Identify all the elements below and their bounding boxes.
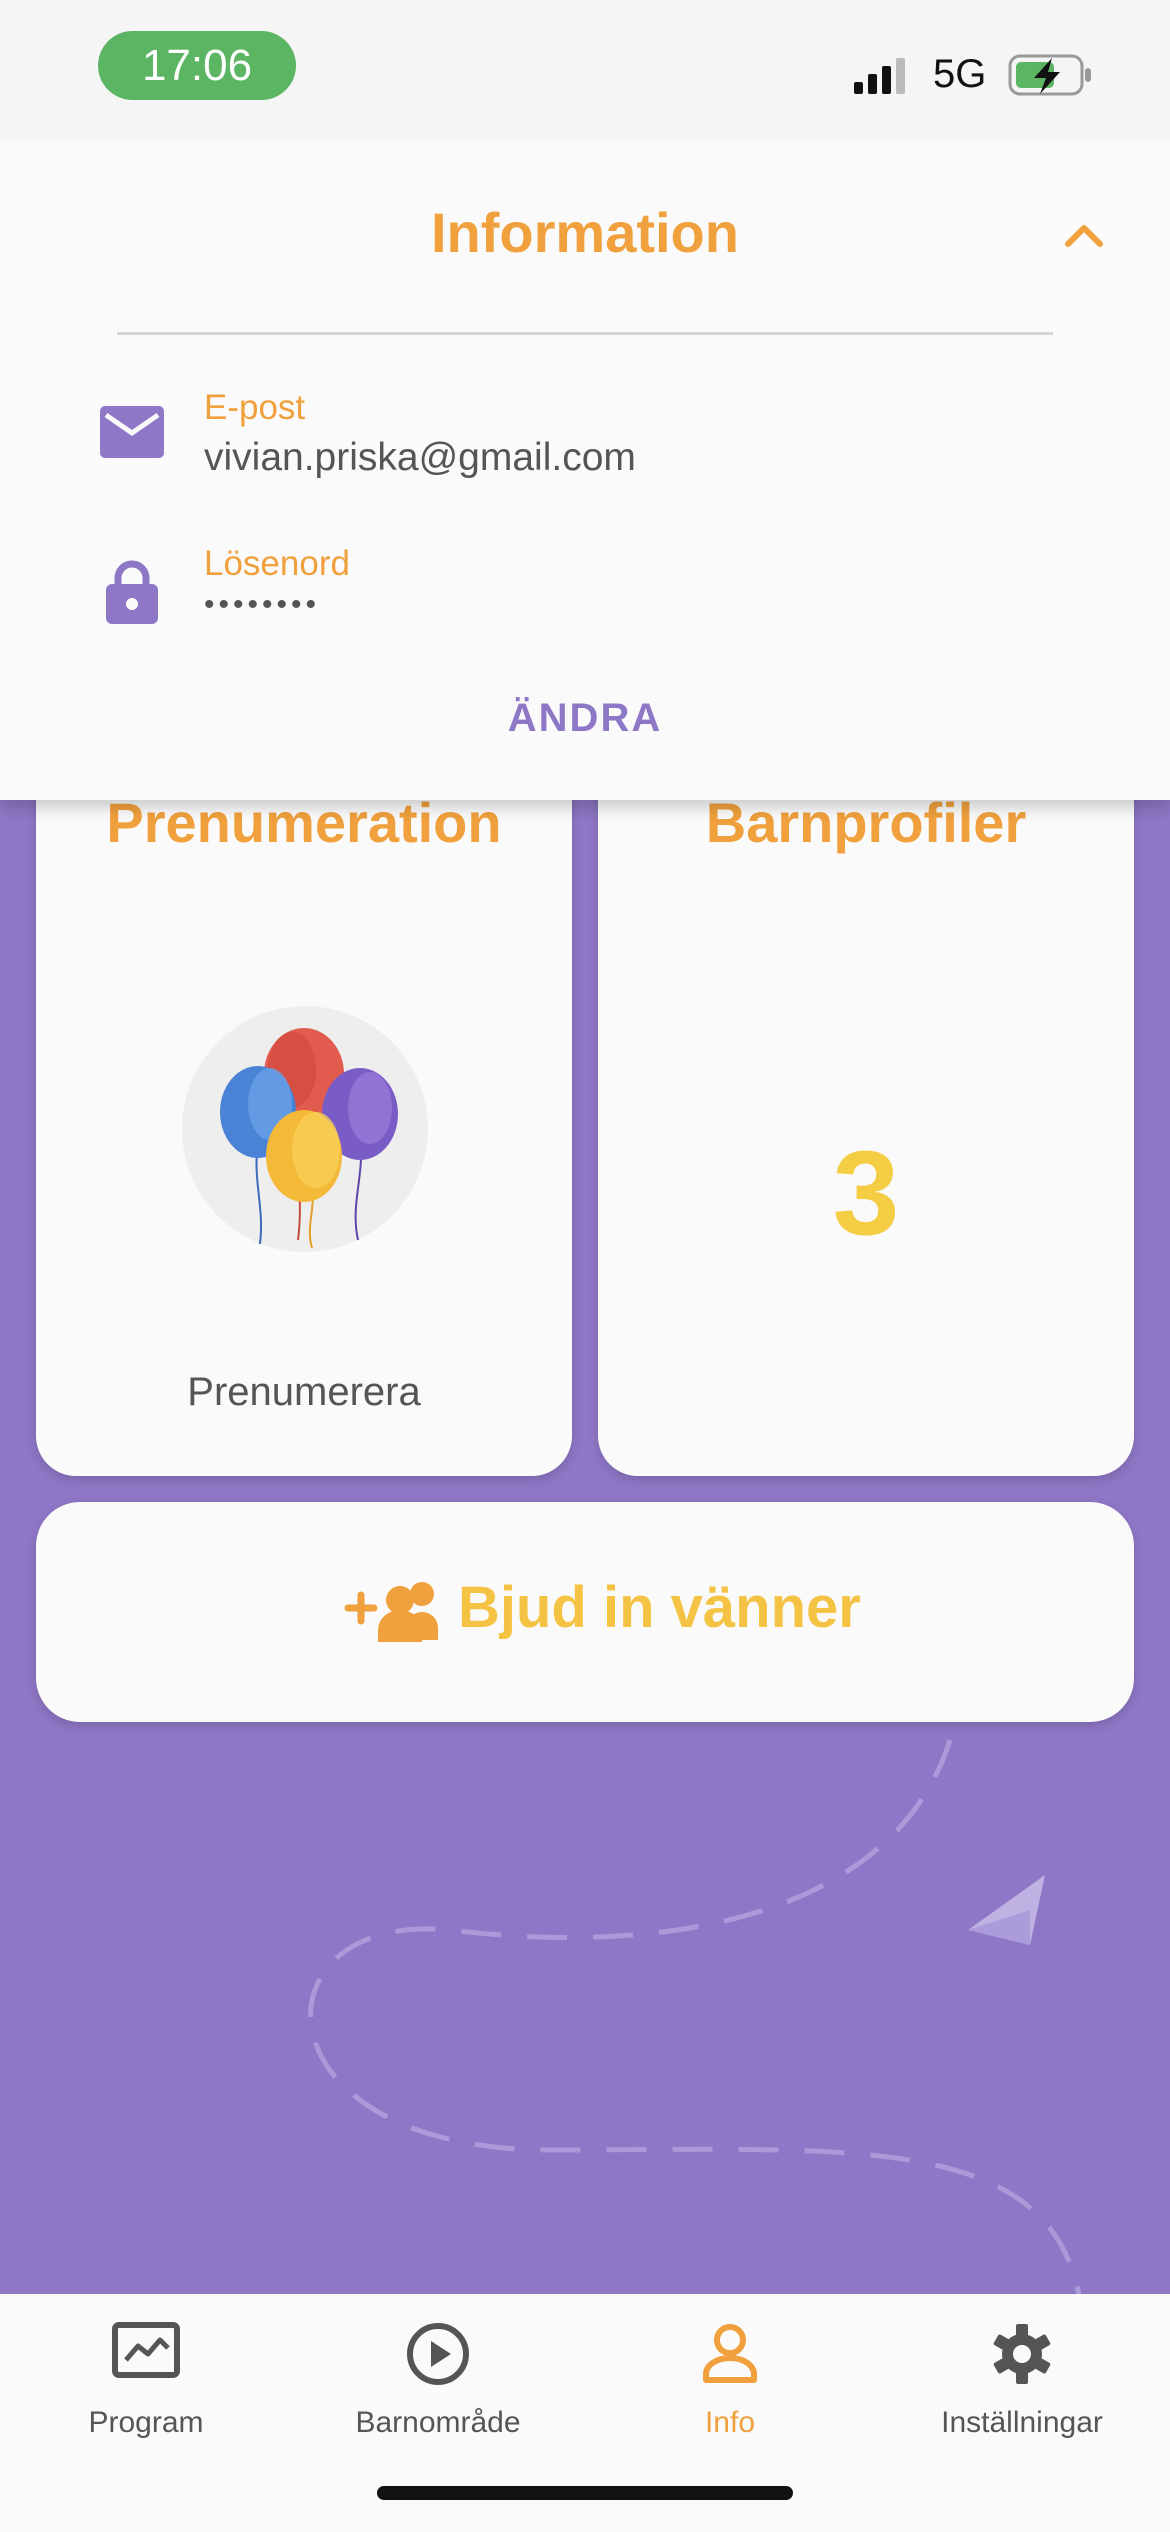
play-icon: [407, 2323, 469, 2385]
status-time: 17:06: [98, 31, 296, 100]
tab-barnomrade[interactable]: Barnområde: [292, 2294, 584, 2494]
battery-charging-icon: [1008, 54, 1091, 96]
tab-installningar-label: Inställningar: [941, 2406, 1103, 2439]
balloons-icon: [182, 1006, 428, 1252]
add-people-icon: [344, 1582, 438, 1642]
password-value: ••••••••: [204, 588, 321, 621]
edit-button[interactable]: ÄNDRA: [0, 696, 1170, 741]
tab-program[interactable]: Program: [0, 2294, 292, 2494]
home-indicator: [377, 2486, 793, 2500]
divider: [117, 332, 1053, 335]
network-type: 5G: [933, 52, 987, 96]
chart-icon: [112, 2322, 180, 2378]
person-icon: [703, 2324, 757, 2383]
chevron-up-icon[interactable]: [1062, 220, 1106, 248]
signal-icon: [854, 58, 905, 94]
mail-icon: [100, 406, 164, 458]
tab-info[interactable]: Info: [584, 2294, 876, 2494]
tab-info-label: Info: [704, 2406, 756, 2439]
information-title: Information: [431, 201, 739, 264]
tab-barnomrade-label: Barnområde: [355, 2406, 521, 2439]
password-label: Lösenord: [204, 544, 350, 583]
tab-program-label: Program: [88, 2406, 204, 2439]
child-profiles-count: 3: [832, 1126, 900, 1260]
lock-icon: [106, 560, 158, 624]
subscribe-link[interactable]: Prenumerera: [36, 1370, 572, 1415]
invite-friends-button[interactable]: Bjud in vänner: [36, 1502, 1134, 1722]
tab-installningar[interactable]: Inställningar: [876, 2294, 1168, 2494]
email-label: E-post: [204, 388, 306, 427]
information-panel: Information E-post vivian.priska@gmail.c…: [0, 140, 1170, 800]
invite-friends-label: Bjud in vänner: [458, 1575, 861, 1640]
child-profiles-card[interactable]: Barnprofiler 3: [598, 740, 1134, 1476]
subscription-card[interactable]: Prenumeration Prenumerera: [36, 740, 572, 1476]
gear-icon: [993, 2324, 1051, 2384]
email-value: vivian.priska@gmail.com: [204, 436, 636, 479]
status-bar: 17:06 5G: [0, 0, 1170, 140]
